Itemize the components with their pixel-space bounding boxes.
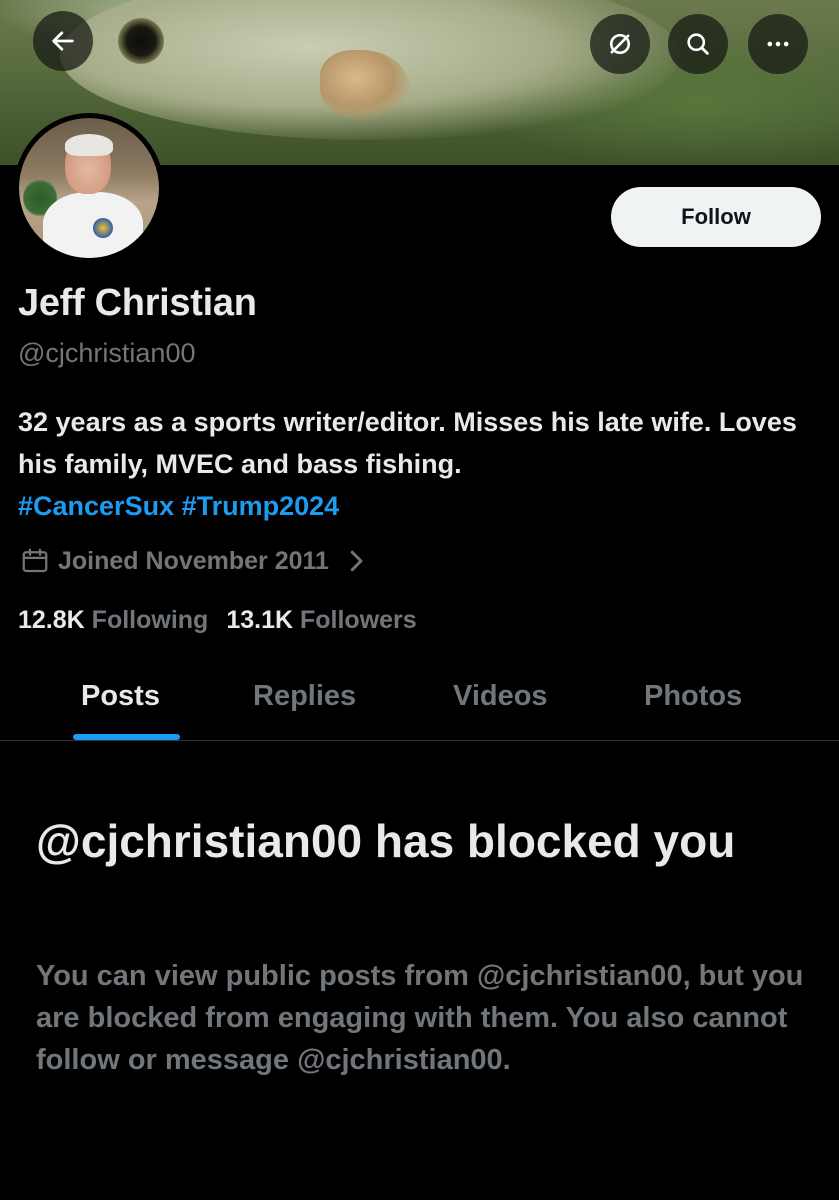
follow-button[interactable]: Follow — [611, 187, 821, 247]
chevron-right-icon — [350, 550, 363, 572]
more-horizontal-icon — [767, 41, 789, 47]
following-label: Following — [91, 606, 209, 634]
tab-posts[interactable]: Posts — [81, 680, 160, 713]
tab-photos[interactable]: Photos — [644, 680, 742, 713]
tab-replies[interactable]: Replies — [253, 680, 356, 713]
grok-icon — [609, 33, 631, 55]
search-button[interactable] — [668, 14, 728, 74]
arrow-left-icon — [52, 31, 74, 51]
joined-date-row[interactable]: Joined November 2011 — [20, 546, 371, 576]
profile-avatar[interactable] — [14, 113, 164, 263]
following-count: 12.8K — [18, 606, 85, 634]
hashtag-link[interactable]: #Trump2024 — [182, 491, 340, 521]
calendar-icon — [22, 548, 48, 573]
profile-bio: 32 years as a sports writer/editor. Miss… — [18, 401, 818, 527]
banner-fish-eye — [118, 18, 164, 64]
avatar-hair — [65, 134, 113, 156]
profile-tabs: Posts Replies Videos Photos — [0, 660, 839, 740]
profile-handle: @cjchristian00 — [18, 338, 196, 368]
hashtag-link[interactable]: #CancerSux — [18, 491, 174, 521]
avatar-photo — [19, 118, 159, 258]
joined-date: Joined November 2011 — [58, 546, 329, 575]
search-icon — [687, 33, 709, 55]
tabs-divider — [0, 740, 839, 741]
follow-stats: 12.8K Following 13.1K Followers — [18, 606, 417, 635]
back-button[interactable] — [33, 11, 93, 71]
tab-videos[interactable]: Videos — [453, 680, 548, 713]
following-link[interactable]: 12.8K Following — [18, 606, 208, 635]
grok-button[interactable] — [590, 14, 650, 74]
profile-name: Jeff Christian — [18, 282, 257, 324]
followers-link[interactable]: 13.1K Followers — [226, 606, 416, 635]
followers-label: Followers — [299, 606, 417, 634]
blocked-title: @cjchristian00 has blocked you — [36, 815, 736, 867]
bio-text: 32 years as a sports writer/editor. Miss… — [18, 407, 797, 479]
blocked-description: You can view public posts from @cjchrist… — [36, 960, 804, 1076]
more-button[interactable] — [748, 14, 808, 74]
avatar-shirt-logo — [93, 218, 113, 238]
followers-count: 13.1K — [226, 606, 294, 634]
